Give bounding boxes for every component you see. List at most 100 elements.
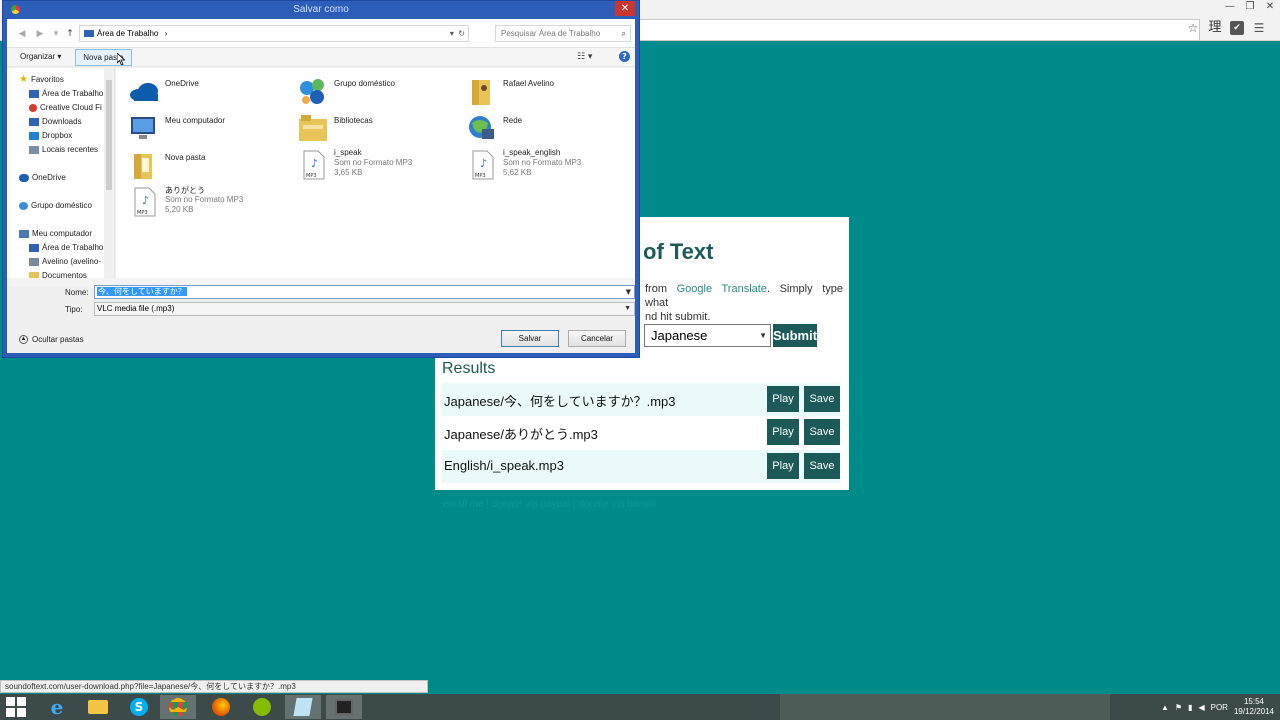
save-button[interactable]: Salvar: [501, 330, 559, 347]
nav-item-desktop-2[interactable]: Área de Trabalho: [29, 241, 103, 254]
nav-homegroup[interactable]: Grupo doméstico: [19, 199, 92, 212]
results-title: Results: [442, 360, 496, 377]
network-tray-icon[interactable]: ▮: [1188, 703, 1192, 712]
nav-item-network-drive[interactable]: Avelino (avelino-: [29, 255, 101, 268]
chrome-icon[interactable]: [160, 695, 196, 719]
intro-pre: from: [645, 283, 667, 295]
up-arrow-icon[interactable]: ↑: [63, 27, 77, 41]
nav-item-desktop[interactable]: Área de Trabalho: [29, 87, 103, 100]
nav-item-recent[interactable]: Locais recentes: [29, 143, 98, 156]
video-editor-icon[interactable]: [326, 695, 362, 719]
result-row: Japanese/今、何をしていますか？.mp3 Play Save: [442, 383, 840, 416]
help-icon[interactable]: ?: [619, 51, 630, 62]
flag-icon[interactable]: ⚑: [1175, 703, 1182, 712]
hide-folders-toggle[interactable]: ▲ Ocultar pastas: [19, 335, 84, 344]
list-item-mp3[interactable]: ♪ MP3 ありがとう Som no Formato MP3 5,20 KB: [128, 185, 293, 219]
back-arrow-icon[interactable]: ◀: [15, 27, 29, 41]
dialog-titlebar[interactable]: Salvar como ✕: [3, 1, 639, 19]
computer-icon: [131, 117, 155, 139]
list-item-homegroup[interactable]: Grupo doméstico: [297, 74, 462, 108]
nav-item-creative-cloud[interactable]: Creative Cloud Fi: [29, 101, 102, 114]
nav-onedrive[interactable]: OneDrive: [19, 171, 66, 184]
volume-icon[interactable]: ◀: [1198, 703, 1204, 712]
minimize-button[interactable]: —: [1220, 0, 1240, 14]
list-item-mp3[interactable]: ♪ MP3 i_speak_english Som no Formato MP3 …: [466, 148, 631, 182]
rikaikun-extension-icon[interactable]: 理: [1208, 21, 1222, 35]
close-button[interactable]: ✕: [1260, 0, 1280, 14]
menu-icon[interactable]: ☰: [1252, 21, 1266, 35]
nav-label: Grupo doméstico: [31, 201, 92, 210]
save-button[interactable]: Save: [804, 453, 840, 479]
pocket-extension-icon[interactable]: ✔: [1230, 21, 1244, 35]
breadcrumb-chevron-icon[interactable]: ›: [165, 29, 168, 38]
filetype-value: VLC media file (.mp3): [97, 304, 175, 313]
google-translate-link[interactable]: Google Translate: [677, 283, 767, 295]
item-type: Som no Formato MP3: [503, 158, 582, 167]
search-placeholder: Pesquisar Área de Trabalho: [501, 29, 601, 38]
recent-places-icon: [29, 145, 39, 154]
chevron-down-icon[interactable]: ▾: [49, 27, 63, 41]
nav-item-documents[interactable]: Documentos: [29, 269, 87, 278]
play-button[interactable]: Play: [767, 386, 799, 412]
footer-links[interactable]: email me | donate via paypal | donate vi…: [443, 499, 656, 510]
nav-label: Área de Trabalho: [42, 89, 104, 98]
language-select-value: Japanese: [651, 328, 708, 343]
save-button[interactable]: Save: [804, 386, 840, 412]
keyboard-language[interactable]: POR: [1211, 703, 1228, 712]
list-item-computer[interactable]: Meu computador: [128, 111, 293, 145]
clock[interactable]: 15:54 19/12/2014: [1234, 697, 1274, 717]
dialog-search-input[interactable]: Pesquisar Área de Trabalho ⌕: [495, 25, 631, 42]
nav-item-downloads[interactable]: Downloads: [29, 115, 82, 128]
close-button[interactable]: ✕: [615, 1, 635, 16]
submit-button[interactable]: Submit: [773, 324, 817, 347]
organize-menu[interactable]: Organizar ▾: [20, 52, 61, 61]
play-button[interactable]: Play: [767, 453, 799, 479]
refresh-icon[interactable]: ▾ ↻: [450, 26, 465, 41]
nav-label: Dropbox: [42, 131, 73, 140]
scrollbar-thumb[interactable]: [106, 80, 112, 190]
filename-value: 今、何をしていますか？: [97, 287, 187, 296]
nav-favorites[interactable]: ★ Favoritos: [19, 73, 64, 86]
address-bar[interactable]: [640, 19, 1200, 41]
intro-text: from Google Translate. Simply type what …: [645, 282, 843, 324]
nav-label: Locais recentes: [42, 145, 99, 154]
save-fields: Nome: 今、何をしていますか？ ▼ Tipo: VLC media file…: [7, 285, 635, 319]
file-list: OneDrive Grupo doméstico Rafael Avelino …: [116, 68, 635, 278]
list-item-new-folder[interactable]: Nova pasta: [128, 148, 293, 182]
result-filename: English/i_speak.mp3: [444, 458, 564, 473]
skype-icon[interactable]: S: [121, 695, 157, 719]
svg-text:♪: ♪: [480, 157, 487, 170]
bookmark-star-icon[interactable]: ☆: [1186, 21, 1200, 35]
nav-item-dropbox[interactable]: Dropbox: [29, 129, 72, 142]
list-item-mp3[interactable]: ♪ MP3 i_speak Som no Formato MP3 3,65 KB: [297, 148, 462, 182]
save-button[interactable]: Save: [804, 419, 840, 445]
play-button[interactable]: Play: [767, 419, 799, 445]
list-item-network[interactable]: Rede: [466, 111, 631, 145]
file-explorer-icon[interactable]: [80, 695, 116, 719]
name-label: Nome:: [65, 288, 89, 297]
homegroup-icon: [19, 201, 28, 210]
cancel-button[interactable]: Cancelar: [568, 330, 626, 347]
browser-window-controls: — ❐ ✕: [1220, 0, 1280, 16]
internet-explorer-icon[interactable]: e: [39, 695, 75, 719]
dialog-address-bar[interactable]: Área de Trabalho › ▾ ↻: [79, 25, 469, 42]
navigation-scrollbar[interactable]: [104, 68, 114, 278]
firefox-icon[interactable]: [203, 695, 239, 719]
tray-arrow-icon[interactable]: ▲: [1161, 703, 1169, 712]
nav-computer[interactable]: Meu computador: [19, 227, 92, 240]
system-tray: ▲ ⚑ ▮ ◀ POR 15:54 19/12/2014: [1161, 694, 1280, 720]
start-button[interactable]: [6, 697, 26, 717]
list-item-onedrive[interactable]: OneDrive: [128, 74, 293, 108]
chevron-down-icon[interactable]: ▼: [626, 286, 631, 298]
filename-input[interactable]: 今、何をしていますか？ ▼: [94, 285, 635, 299]
spotify-icon[interactable]: [244, 695, 280, 719]
language-select[interactable]: Japanese ▼: [644, 324, 771, 347]
list-item-user-folder[interactable]: Rafael Avelino: [466, 74, 631, 108]
notepad-icon[interactable]: [285, 695, 321, 719]
filetype-select[interactable]: VLC media file (.mp3) ▼: [94, 302, 635, 316]
restore-button[interactable]: ❐: [1240, 0, 1260, 14]
list-item-libraries[interactable]: Bibliotecas: [297, 111, 462, 145]
forward-arrow-icon[interactable]: ▶: [33, 27, 47, 41]
view-options-icon[interactable]: ☷ ▾: [577, 52, 592, 62]
chevron-down-icon[interactable]: ▼: [624, 303, 631, 315]
